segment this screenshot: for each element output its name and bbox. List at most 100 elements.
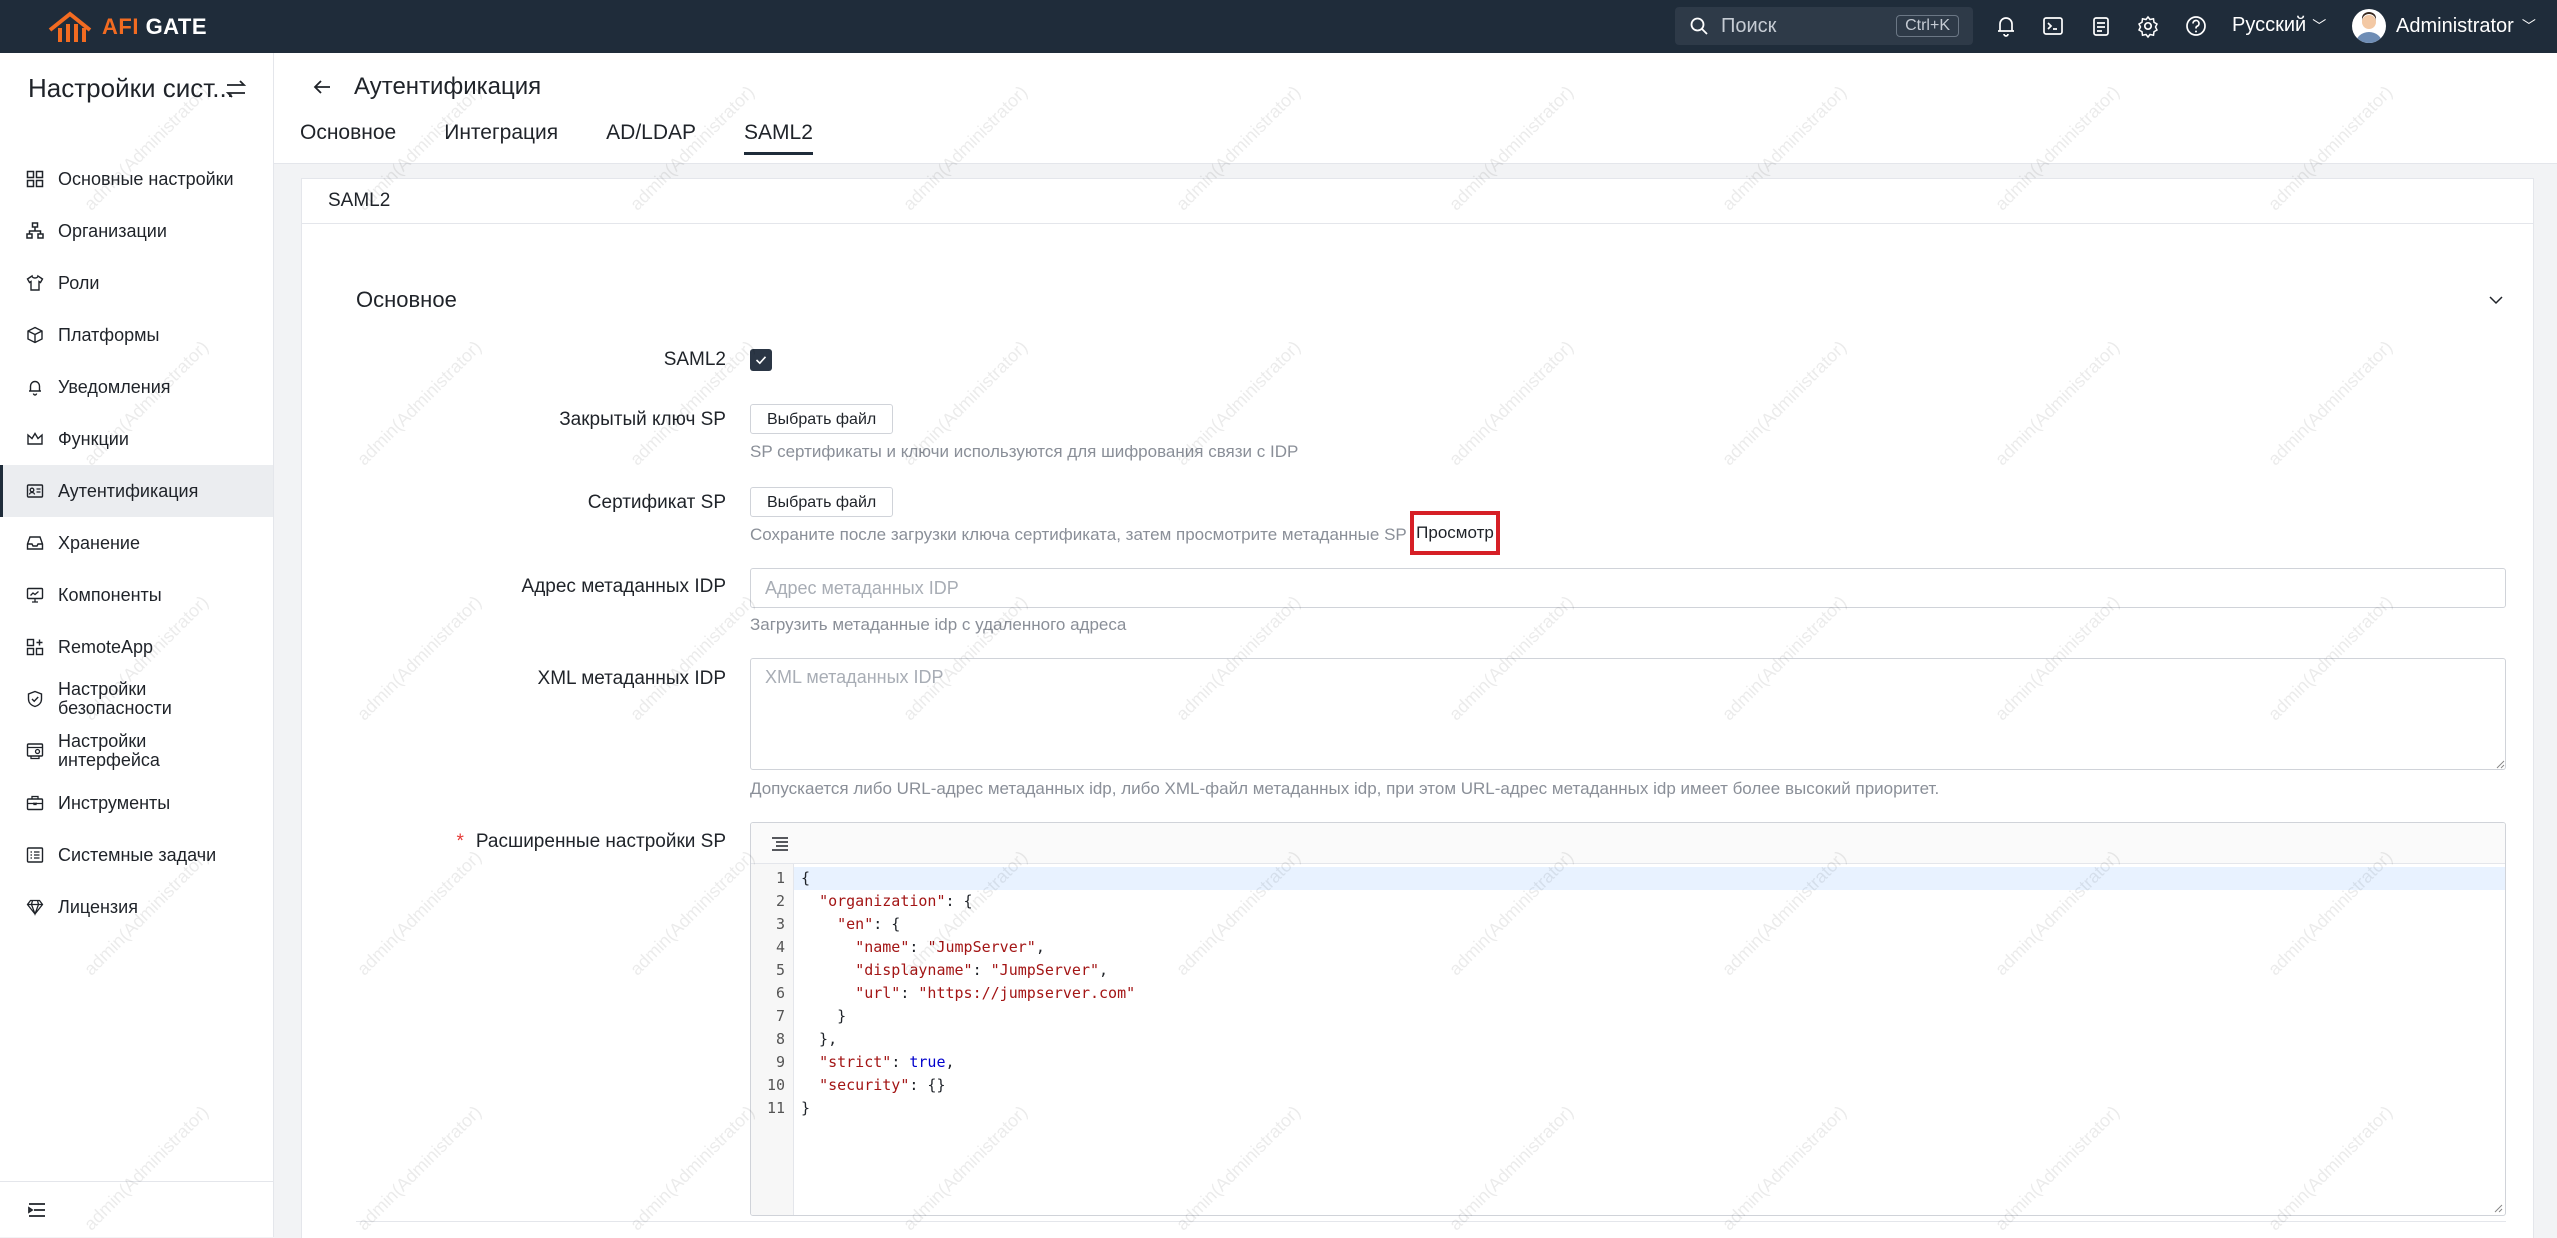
- sp-cert-hint: Сохраните после загрузки ключа сертифика…: [750, 525, 1407, 544]
- swap-icon[interactable]: [224, 77, 248, 101]
- idp-url-input[interactable]: [750, 568, 2506, 608]
- sidebar-item-notifications[interactable]: Уведомления: [0, 361, 273, 413]
- sidebar-title: Настройки сист...: [28, 73, 234, 103]
- sp-cert-file-button[interactable]: Выбрать файл: [750, 487, 894, 517]
- sidebar-footer: [0, 1181, 273, 1237]
- sidebar-item-license[interactable]: Лицензия: [0, 881, 273, 933]
- logo[interactable]: AFI GATE: [48, 10, 207, 44]
- tab-saml2[interactable]: SAML2: [744, 121, 813, 155]
- apps-icon: [26, 638, 44, 656]
- bell-icon: [1998, 17, 2014, 37]
- section-title: Основное: [356, 287, 457, 312]
- line-number: 11: [766, 1099, 785, 1117]
- required-mark: *: [456, 831, 464, 852]
- code-line: "security": {}: [819, 1076, 946, 1094]
- sidebar-item-roles[interactable]: Роли: [0, 257, 273, 309]
- saml2-checkbox[interactable]: [750, 349, 772, 371]
- top-bar: AFI GATE Поиск Ctrl+K Русский ﹀ Administ…: [0, 0, 2557, 53]
- logo-text: AFI GATE: [102, 14, 208, 39]
- sidebar-item-label: Настройки интерфейса: [58, 731, 160, 770]
- search-box[interactable]: Поиск Ctrl+K: [1675, 7, 1973, 45]
- sidebar-item-platforms[interactable]: Платформы: [0, 309, 273, 361]
- tickets-button[interactable]: [2088, 13, 2114, 39]
- resize-handle-icon[interactable]: [2493, 1203, 2503, 1213]
- shirt-icon: [26, 274, 44, 291]
- sp-key-file-button[interactable]: Выбрать файл: [750, 404, 894, 434]
- toolbox-icon: [26, 795, 44, 811]
- sidebar-item-interface-settings[interactable]: Настройки интерфейса: [0, 725, 273, 777]
- code-line: "organization": {: [819, 892, 973, 910]
- user-avatar-icon: [2356, 12, 2382, 43]
- tasks-icon: [26, 847, 44, 863]
- sidebar-item-label: Системные задачи: [58, 844, 217, 865]
- sidebar-item-components[interactable]: Компоненты: [0, 569, 273, 621]
- chevron-down-icon[interactable]: [2485, 289, 2507, 311]
- chevron-down-icon: ﹀: [2312, 18, 2327, 34]
- tab-basic[interactable]: Основное: [300, 121, 396, 155]
- idp-url-label: Адрес метаданных IDP: [521, 576, 726, 597]
- sidebar-item-label: Компоненты: [58, 584, 162, 605]
- tab-integration[interactable]: Интеграция: [444, 121, 558, 155]
- language-selector[interactable]: Русский ﹀: [2232, 14, 2326, 37]
- sidebar-item-storage[interactable]: Хранение: [0, 517, 273, 569]
- sidebar-item-remoteapp[interactable]: RemoteApp: [0, 621, 273, 673]
- sidebar-item-label: Лицензия: [58, 896, 138, 917]
- json-editor[interactable]: 1 {2 "organization": {3 "en": {4 "name": …: [750, 822, 2506, 1216]
- notifications-button[interactable]: [1993, 13, 2019, 39]
- interface-icon: [26, 743, 44, 760]
- grid-icon: [26, 170, 44, 188]
- advanced-sp-label: * Расширенные настройки SP: [302, 831, 726, 853]
- collapse-menu-icon[interactable]: [26, 1199, 48, 1221]
- code-line: "en": {: [837, 915, 901, 933]
- check-icon: [755, 356, 767, 365]
- view-metadata-link[interactable]: Просмотр: [1410, 511, 1500, 555]
- bell-icon: [29, 380, 41, 396]
- sidebar-item-label: Роли: [58, 272, 100, 293]
- saml2-label: SAML2: [663, 349, 726, 370]
- line-number: 6: [775, 984, 785, 1002]
- idp-xml-label: XML метаданных IDP: [537, 668, 726, 689]
- chevron-down-icon: ﹀: [2521, 18, 2536, 34]
- sidebar-item-label: Организации: [58, 220, 167, 241]
- line-number: 3: [775, 915, 785, 933]
- page-title: Аутентификация: [354, 73, 542, 100]
- line-number: 7: [775, 1007, 785, 1025]
- line-number: 4: [775, 938, 785, 956]
- tab-bar: Основное Интеграция AD/LDAP SAML2: [300, 121, 861, 155]
- sidebar-item-security-settings[interactable]: Настройки безопасности: [0, 673, 273, 725]
- user-menu[interactable]: Administrator ﹀: [2352, 9, 2536, 43]
- tab-ad-ldap[interactable]: AD/LDAP: [606, 121, 696, 155]
- line-number: 9: [775, 1053, 785, 1071]
- sidebar-item-tools[interactable]: Инструменты: [0, 777, 273, 829]
- resize-handle-icon[interactable]: [2495, 759, 2505, 769]
- sidebar-item-authentication[interactable]: Аутентификация: [0, 465, 273, 517]
- gear-icon: [2138, 15, 2158, 39]
- idp-xml-textarea[interactable]: [750, 658, 2506, 770]
- search-icon: [1690, 17, 1708, 35]
- sidebar-nav: Основные настройки Организации Роли Плат…: [0, 153, 273, 933]
- shield-icon: [27, 690, 43, 708]
- sidebar-item-label: Хранение: [58, 532, 140, 553]
- line-number: 5: [775, 961, 785, 979]
- card-title: SAML2: [302, 179, 2533, 224]
- sidebar-item-features[interactable]: Функции: [0, 413, 273, 465]
- sidebar-item-label: Платформы: [58, 324, 160, 345]
- sidebar-item-basic-settings[interactable]: Основные настройки: [0, 153, 273, 205]
- crown-icon: [27, 432, 43, 445]
- format-icon[interactable]: [769, 833, 791, 855]
- sidebar-item-organizations[interactable]: Организации: [0, 205, 273, 257]
- search-placeholder: Поиск: [1721, 14, 1777, 37]
- back-arrow-icon[interactable]: [310, 75, 334, 99]
- terminal-button[interactable]: [2040, 13, 2066, 39]
- cube-icon: [27, 326, 43, 344]
- idp-xml-hint: Допускается либо URL-адрес метаданных id…: [750, 779, 1940, 798]
- inbox-icon: [26, 536, 44, 550]
- settings-button[interactable]: [2135, 13, 2161, 39]
- code-line: "strict": true,: [819, 1053, 955, 1071]
- sidebar-item-system-tasks[interactable]: Системные задачи: [0, 829, 273, 881]
- active-line-highlight: [751, 867, 2505, 890]
- search-shortcut: Ctrl+K: [1896, 15, 1959, 37]
- help-button[interactable]: [2183, 13, 2209, 39]
- saml2-card: SAML2 Основное SAML2 Закрытый ключ SP Вы…: [301, 178, 2534, 1238]
- advanced-sp-label-text: Расширенные настройки SP: [475, 831, 726, 852]
